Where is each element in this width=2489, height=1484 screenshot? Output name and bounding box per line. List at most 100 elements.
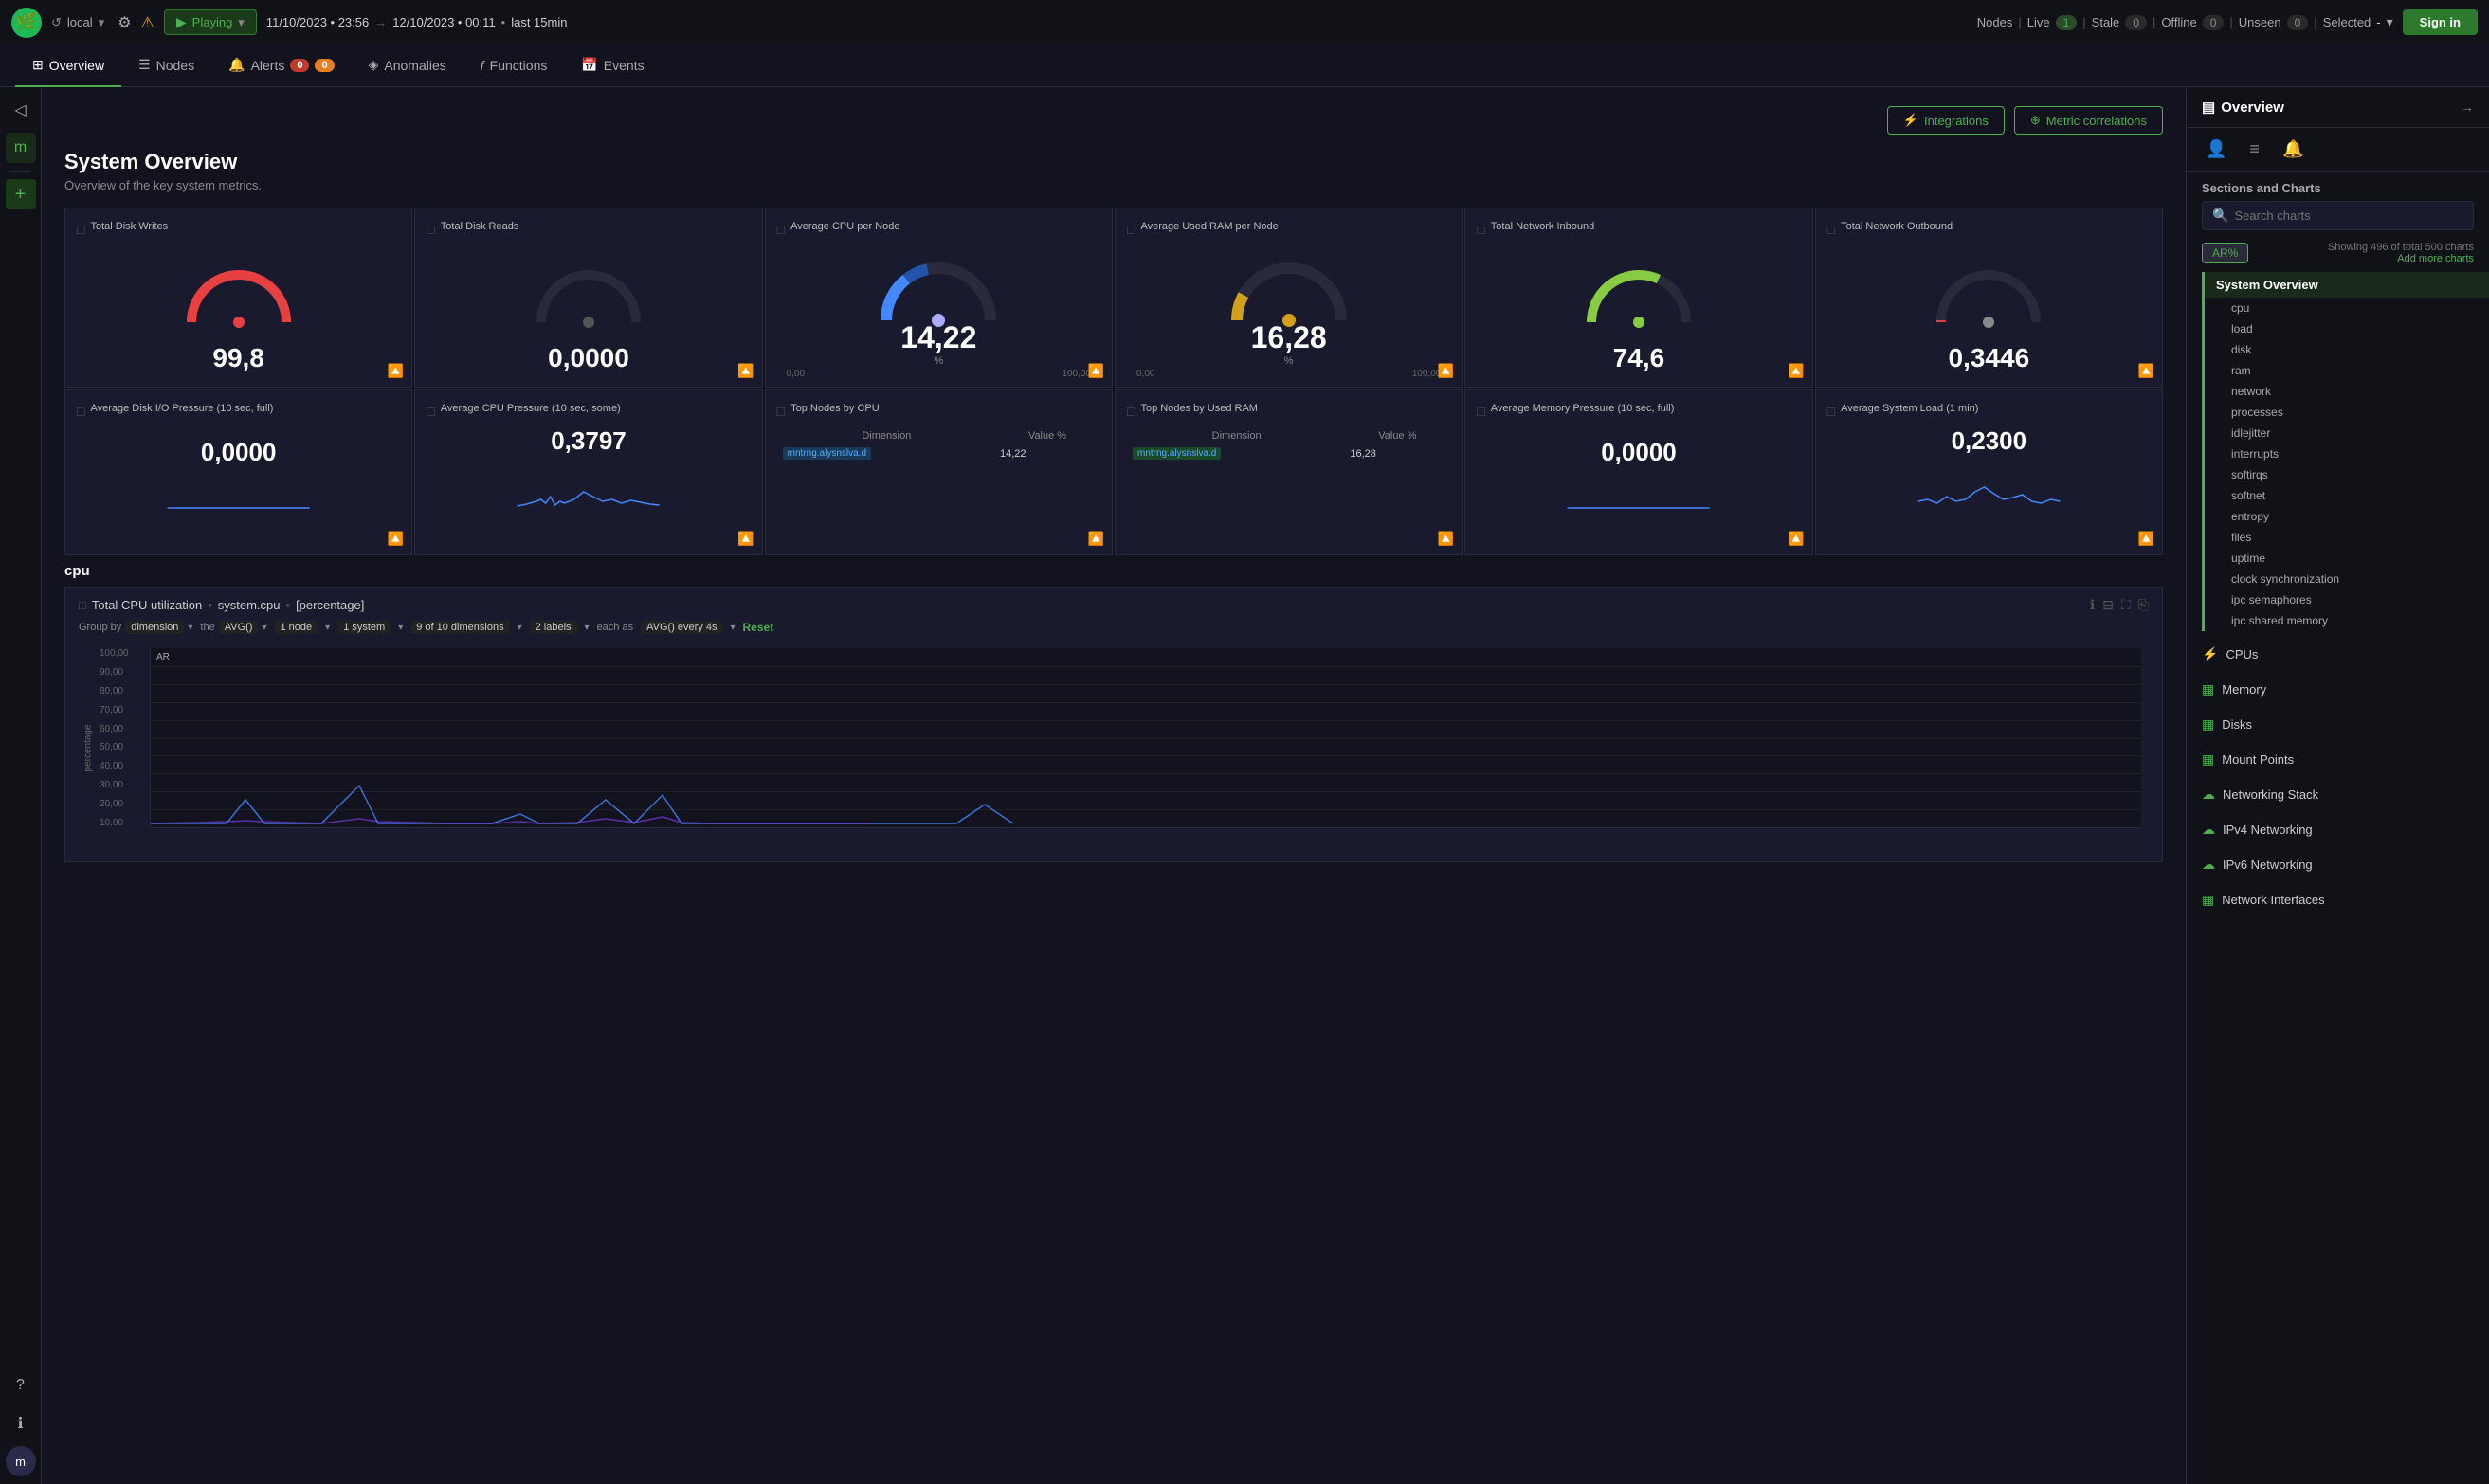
metrics-row-2: □ Average Disk I/O Pressure (10 sec, ful… [64, 389, 2163, 555]
rp-search: 🔍 [2202, 201, 2474, 230]
selected-dropdown[interactable]: ▾ [2387, 14, 2393, 30]
chart-icons: ℹ ⊟ ⛶ ⎘ [2090, 597, 2149, 613]
category-disks-header[interactable]: ▦ Disks [2202, 713, 2474, 736]
metric-correlations-button[interactable]: ⊕ Metric correlations [2014, 106, 2163, 135]
rp-tab-filter[interactable]: ≡ [2245, 136, 2263, 163]
rp-tab-overview[interactable]: 👤 [2202, 136, 2230, 163]
category-ipv4-header[interactable]: ☁ IPv4 Networking [2202, 818, 2474, 842]
metric-correlations-label: Metric correlations [2046, 114, 2147, 128]
group-by-value[interactable]: dimension [125, 621, 184, 634]
user-avatar[interactable]: m [6, 1446, 36, 1476]
chart-unit: [percentage] [296, 598, 364, 612]
alert-icon[interactable]: ⚠ [141, 13, 154, 32]
category-cpus-header[interactable]: ⚡ CPUs [2202, 642, 2474, 666]
card-footer-icon: 🔼 [2138, 363, 2154, 379]
sidebar-add-button[interactable]: + [6, 179, 36, 209]
rp-item-interrupts[interactable]: interrupts [2205, 443, 2489, 464]
system-value[interactable]: 1 system [337, 621, 391, 634]
rp-item-ipc-semaphores[interactable]: ipc semaphores [2205, 589, 2489, 610]
ar-filter-button[interactable]: AR% [2202, 243, 2248, 263]
copy-icon[interactable]: ⎘ [2138, 597, 2149, 613]
tab-events[interactable]: 📅 Events [564, 45, 661, 87]
add-more-link[interactable]: Add more charts [2328, 253, 2474, 264]
sidebar-nav-home[interactable]: m [6, 133, 36, 163]
rp-collapse-button[interactable]: → [2461, 100, 2474, 115]
card-footer-icon: 🔼 [2138, 531, 2154, 547]
rp-item-entropy[interactable]: entropy [2205, 506, 2489, 527]
rp-item-ram[interactable]: ram [2205, 360, 2489, 381]
rp-tab-alerts[interactable]: 🔔 [2279, 136, 2307, 163]
integrations-button[interactable]: ⚡ Integrations [1887, 106, 2005, 135]
the-control: the AVG() ▾ [200, 621, 266, 634]
net-interfaces-icon: ▦ [2202, 892, 2214, 908]
category-memory-header[interactable]: ▦ Memory [2202, 678, 2474, 701]
tab-functions[interactable]: f Functions [463, 45, 565, 87]
env-selector[interactable]: ↺ local ▾ [51, 15, 104, 30]
rp-item-disk[interactable]: disk [2205, 339, 2489, 360]
category-net-stack-header[interactable]: ☁ Networking Stack [2202, 783, 2474, 806]
rp-item-load[interactable]: load [2205, 318, 2489, 339]
node-value[interactable]: 1 node [275, 621, 318, 634]
category-mount-header[interactable]: ▦ Mount Points [2202, 748, 2474, 771]
card-disk-io-pressure: □ Average Disk I/O Pressure (10 sec, ful… [64, 389, 412, 555]
unseen-label: Unseen [2239, 15, 2281, 29]
sidebar-info-icon[interactable]: ℹ [6, 1408, 36, 1439]
the-dropdown[interactable]: ▾ [262, 623, 266, 633]
group-by-dropdown[interactable]: ▾ [188, 623, 192, 633]
rp-item-ipc-shared[interactable]: ipc shared memory [2205, 610, 2489, 631]
card-title: Average Used RAM per Node [1140, 220, 1278, 233]
category-ipv6-header[interactable]: ☁ IPv6 Networking [2202, 853, 2474, 877]
sidebar-icon: ▤ [2202, 99, 2215, 116]
rp-item-network[interactable]: network [2205, 381, 2489, 402]
search-input[interactable] [2234, 208, 2463, 223]
tab-nodes[interactable]: ☰ Nodes [121, 45, 211, 87]
sidebar-help-icon[interactable]: ? [6, 1370, 36, 1401]
app-logo[interactable]: 🌿 [11, 8, 42, 38]
card-footer-icon: 🔼 [737, 363, 754, 379]
labels-dropdown[interactable]: ▾ [585, 623, 590, 633]
share-icon[interactable]: ⊟ [2102, 597, 2114, 613]
category-mount-points: ▦ Mount Points [2187, 740, 2489, 775]
card-value: 0,0000 [427, 343, 750, 373]
fullscreen-icon[interactable]: ⛶ [2121, 597, 2131, 613]
tab-overview[interactable]: ⊞ Overview [15, 45, 121, 87]
dim-header: Dimension [779, 428, 994, 443]
card-value: 0,0000 [1477, 438, 1800, 467]
info-icon[interactable]: ℹ [2090, 597, 2095, 613]
each-value[interactable]: AVG() every 4s [641, 621, 722, 634]
card-check-icon: □ [777, 404, 785, 419]
dims-value[interactable]: 9 of 10 dimensions [410, 621, 509, 634]
each-dropdown[interactable]: ▾ [730, 623, 735, 633]
signin-button[interactable]: Sign in [2403, 9, 2478, 35]
rp-item-files[interactable]: files [2205, 527, 2489, 548]
rp-item-softnet[interactable]: softnet [2205, 485, 2489, 506]
card-footer-icon: 🔼 [1438, 531, 1454, 547]
rp-item-clock-sync[interactable]: clock synchronization [2205, 569, 2489, 589]
playing-dropdown[interactable]: ▾ [238, 15, 245, 30]
settings-icon[interactable]: ⚙ [118, 13, 131, 32]
labels-value[interactable]: 2 labels [530, 621, 577, 634]
category-net-interfaces-header[interactable]: ▦ Network Interfaces [2202, 888, 2474, 912]
dims-dropdown[interactable]: ▾ [518, 623, 522, 633]
card-title: Total Network Inbound [1491, 220, 1594, 233]
mini-chart [427, 463, 750, 501]
the-value[interactable]: AVG() [219, 621, 259, 634]
sidebar-toggle[interactable]: ◁ [6, 95, 36, 125]
category-net-interfaces: ▦ Network Interfaces [2187, 880, 2489, 915]
card-footer-icon: 🔼 [737, 531, 754, 547]
reset-button[interactable]: Reset [743, 621, 774, 634]
tab-alerts[interactable]: 🔔 Alerts 0 0 [211, 45, 351, 87]
metric-correlations-icon: ⊕ [2030, 113, 2041, 128]
rp-item-idlejitter[interactable]: idlejitter [2205, 423, 2489, 443]
system-overview-label[interactable]: System Overview [2205, 272, 2489, 298]
node-dropdown[interactable]: ▾ [325, 623, 330, 633]
rp-item-uptime[interactable]: uptime [2205, 548, 2489, 569]
system-dropdown[interactable]: ▾ [398, 623, 403, 633]
unseen-value: 0 [2287, 15, 2309, 30]
playing-button[interactable]: ▶ Playing ▾ [164, 9, 257, 35]
tab-anomalies[interactable]: ◈ Anomalies [352, 45, 463, 87]
rp-item-processes[interactable]: processes [2205, 402, 2489, 423]
rp-item-cpu[interactable]: cpu [2205, 298, 2489, 318]
integrations-label: Integrations [1924, 114, 1989, 128]
rp-item-softirqs[interactable]: softirqs [2205, 464, 2489, 485]
